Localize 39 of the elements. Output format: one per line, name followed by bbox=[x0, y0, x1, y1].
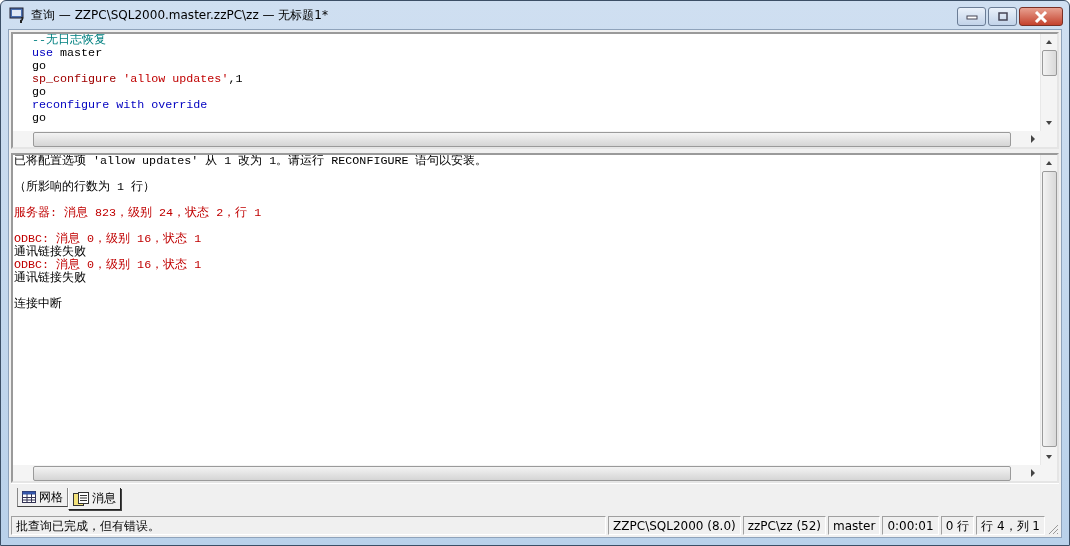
query-editor[interactable]: --无日志恢复 use master go sp_configure 'allow updates',1 go reconfigure with override go bbox=[11, 32, 1059, 149]
minimize-icon bbox=[965, 13, 978, 20]
message-line: （所影响的行数为 1 行） bbox=[14, 179, 156, 194]
maximize-button[interactable] bbox=[988, 7, 1017, 26]
vertical-scrollbar[interactable] bbox=[1040, 34, 1057, 131]
message-line: 通讯链接失败 bbox=[14, 246, 86, 259]
horizontal-scrollbar[interactable] bbox=[13, 131, 1057, 147]
close-icon bbox=[1034, 10, 1048, 23]
code-line: --无日志恢复 bbox=[32, 34, 107, 47]
horizontal-scrollbar[interactable] bbox=[13, 465, 1057, 481]
results-tab[interactable]: 网格 bbox=[17, 488, 68, 507]
status-panel: master bbox=[828, 515, 881, 535]
status-panel: 行 4，列 1 bbox=[976, 515, 1045, 535]
grid-icon bbox=[22, 491, 36, 503]
minimize-button[interactable] bbox=[957, 7, 986, 26]
close-button[interactable] bbox=[1019, 7, 1063, 26]
status-panel: ZZPC\SQL2000 (8.0) bbox=[608, 515, 741, 535]
status-panel: 0:00:01 bbox=[882, 515, 939, 535]
resize-grip-icon bbox=[1047, 523, 1059, 535]
window-title: 查询 — ZZPC\SQL2000.master.zzPC\zz — 无标题1* bbox=[31, 6, 329, 24]
error-message: ODBC: 消息 0，级别 16，状态 1 bbox=[14, 231, 202, 246]
code-line: go bbox=[32, 112, 47, 125]
maximize-icon bbox=[996, 11, 1009, 22]
code-line: reconfigure with override bbox=[32, 99, 208, 112]
message-line: 连接中断 bbox=[14, 296, 62, 311]
message-line: 通讯链接失败 bbox=[14, 272, 86, 285]
code-line: go bbox=[32, 86, 47, 99]
status-panel: 0 行 bbox=[940, 515, 975, 535]
error-message: 服务器: 消息 823，级别 24，状态 2，行 1 bbox=[14, 205, 262, 220]
code-line: sp_configure 'allow updates',1 bbox=[32, 73, 243, 86]
vertical-scrollbar[interactable] bbox=[1040, 155, 1057, 465]
results-tab[interactable]: 消息 bbox=[68, 488, 121, 510]
error-message: ODBC: 消息 0，级别 16，状态 1 bbox=[14, 259, 202, 272]
code-line: use master bbox=[32, 47, 103, 60]
document-icon bbox=[73, 491, 89, 506]
code-line: go bbox=[32, 60, 47, 73]
status-panel: zzPC\zz (52) bbox=[742, 515, 827, 535]
query-window-icon bbox=[9, 6, 27, 24]
status-message: 批查询已完成，但有错误。 bbox=[11, 515, 607, 535]
